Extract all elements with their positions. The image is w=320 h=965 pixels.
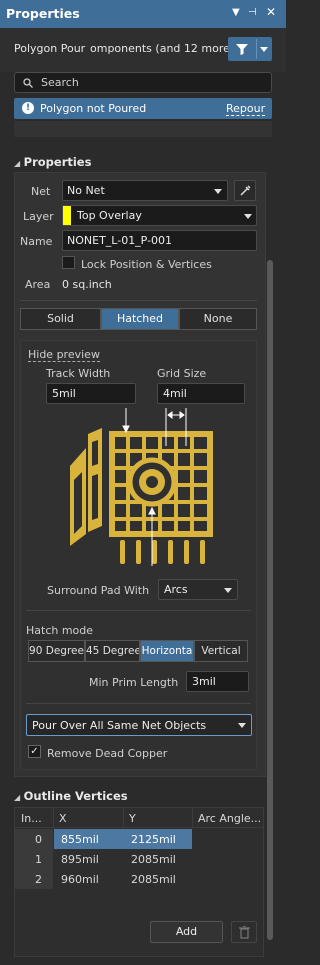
panel-title: Properties bbox=[6, 6, 80, 21]
collapse-icon: ◢ bbox=[14, 159, 21, 168]
pour-over-value: Pour Over All Same Net Objects bbox=[32, 719, 207, 732]
fill-mode-none[interactable]: None bbox=[179, 308, 257, 330]
grid-size-label: Grid Size bbox=[157, 367, 207, 380]
name-label: Name bbox=[20, 235, 53, 248]
grid-size-field[interactable]: 4mil bbox=[157, 383, 245, 404]
area-label: Area bbox=[25, 278, 51, 291]
vertex-x[interactable]: 895mil bbox=[61, 853, 99, 866]
notice-footer bbox=[14, 121, 272, 137]
column-header[interactable]: Arc Angle... bbox=[198, 812, 261, 825]
hide-preview-link[interactable]: Hide preview bbox=[28, 348, 100, 362]
area-value: 0 sq.inch bbox=[62, 278, 112, 291]
search-input[interactable]: Search bbox=[41, 76, 79, 89]
info-icon: ! bbox=[22, 102, 34, 114]
chevron-down-icon bbox=[238, 723, 246, 728]
panel-scrollbar[interactable] bbox=[267, 260, 273, 940]
net-value: No Net bbox=[67, 184, 105, 197]
surround-pad-select[interactable]: Arcs bbox=[158, 579, 238, 600]
poured-notice: ! Polygon not Poured Repour bbox=[14, 98, 272, 119]
table-row[interactable]: 2 960mil 2085mil bbox=[15, 869, 263, 889]
pin-icon[interactable]: ⊣ bbox=[248, 7, 257, 18]
object-type-label: Polygon Pour bbox=[14, 42, 86, 55]
chevron-down-icon bbox=[260, 47, 268, 52]
track-width-value: 5mil bbox=[52, 387, 76, 400]
layer-label: Layer bbox=[23, 210, 54, 223]
properties-section-header[interactable]: ◢ Properties bbox=[14, 155, 91, 169]
vertex-x[interactable]: 960mil bbox=[61, 873, 99, 886]
delete-vertex-button[interactable] bbox=[231, 921, 257, 943]
min-prim-label: Min Prim Length bbox=[89, 676, 179, 689]
eyedropper-icon bbox=[240, 185, 251, 196]
chevron-down-icon bbox=[224, 588, 232, 593]
vertex-index: 2 bbox=[35, 873, 42, 886]
vertices-header: In... X Y Arc Angle... bbox=[15, 808, 263, 828]
filter-icon bbox=[236, 44, 248, 55]
chevron-down-icon bbox=[214, 189, 222, 194]
layer-color-swatch bbox=[63, 206, 71, 225]
hatch-mode-vertical[interactable]: Vertical bbox=[194, 640, 248, 662]
table-row[interactable]: 0 855mil 2125mil bbox=[15, 829, 263, 849]
close-icon[interactable]: ✕ bbox=[266, 5, 276, 19]
column-header[interactable]: In... bbox=[21, 812, 42, 825]
lock-label: Lock Position & Vertices bbox=[81, 258, 212, 271]
selection-summary: omponents (and 12 more) bbox=[90, 42, 235, 55]
min-prim-field[interactable]: 3mil bbox=[186, 671, 249, 692]
column-header[interactable]: X bbox=[59, 812, 67, 825]
net-label: Net bbox=[31, 185, 51, 198]
lock-checkbox[interactable] bbox=[62, 256, 75, 269]
vertex-y[interactable]: 2125mil bbox=[131, 833, 176, 846]
vertices-grid: In... X Y Arc Angle... 0 855mil 2125mil … bbox=[14, 807, 264, 957]
collapse-icon: ◢ bbox=[14, 793, 21, 802]
pour-over-select[interactable]: Pour Over All Same Net Objects bbox=[26, 714, 252, 736]
hatch-mode-90[interactable]: 90 Degree bbox=[28, 640, 85, 662]
section-title: Outline Vertices bbox=[23, 789, 128, 803]
track-width-label: Track Width bbox=[46, 367, 111, 380]
panel-titlebar: Properties ▼ ⊣ ✕ bbox=[0, 0, 286, 28]
selection-header: Polygon Pour omponents (and 12 more) bbox=[0, 28, 286, 72]
search-field[interactable]: Search bbox=[14, 72, 272, 93]
name-value: NONET_L-01_P-001 bbox=[67, 234, 173, 247]
min-prim-value: 3mil bbox=[192, 675, 216, 688]
repour-link[interactable]: Repour bbox=[226, 102, 266, 116]
track-width-field[interactable]: 5mil bbox=[46, 383, 136, 404]
surround-pad-label: Surround Pad With bbox=[47, 584, 150, 597]
remove-dead-copper-label: Remove Dead Copper bbox=[47, 747, 168, 760]
name-field[interactable]: NONET_L-01_P-001 bbox=[62, 230, 257, 251]
fill-mode-hatched[interactable]: Hatched bbox=[101, 308, 179, 330]
vertex-y[interactable]: 2085mil bbox=[131, 873, 176, 886]
surround-pad-value: Arcs bbox=[164, 583, 188, 596]
layer-value: Top Overlay bbox=[77, 209, 142, 222]
section-title: Properties bbox=[23, 155, 92, 169]
net-select[interactable]: No Net bbox=[62, 180, 228, 201]
dropdown-icon[interactable]: ▼ bbox=[232, 7, 240, 18]
layer-select[interactable]: Top Overlay bbox=[62, 205, 257, 226]
remove-dead-copper-checkbox[interactable]: ✓ bbox=[28, 745, 41, 758]
hatch-mode-label: Hatch mode bbox=[26, 624, 94, 637]
column-header[interactable]: Y bbox=[129, 812, 136, 825]
table-row[interactable]: 1 895mil 2085mil bbox=[15, 849, 263, 869]
notice-text: Polygon not Poured bbox=[40, 102, 147, 115]
vertex-index: 0 bbox=[35, 833, 42, 846]
vertex-y[interactable]: 2085mil bbox=[131, 853, 176, 866]
vertex-x[interactable]: 855mil bbox=[61, 833, 99, 846]
search-icon bbox=[23, 78, 33, 88]
chevron-down-icon bbox=[244, 214, 252, 219]
outline-section-header[interactable]: ◢ Outline Vertices bbox=[14, 789, 128, 803]
filter-button[interactable] bbox=[228, 37, 272, 61]
net-pick-button[interactable] bbox=[234, 180, 256, 201]
hatch-mode-horizontal[interactable]: Horizonta bbox=[140, 640, 194, 662]
grid-size-value: 4mil bbox=[163, 387, 187, 400]
hatch-preview-image bbox=[70, 408, 213, 566]
trash-icon bbox=[239, 926, 250, 939]
hatch-mode-45[interactable]: 45 Degree bbox=[85, 640, 140, 662]
vertex-index: 1 bbox=[35, 853, 42, 866]
fill-mode-solid[interactable]: Solid bbox=[20, 308, 101, 330]
add-vertex-button[interactable]: Add bbox=[150, 921, 223, 943]
